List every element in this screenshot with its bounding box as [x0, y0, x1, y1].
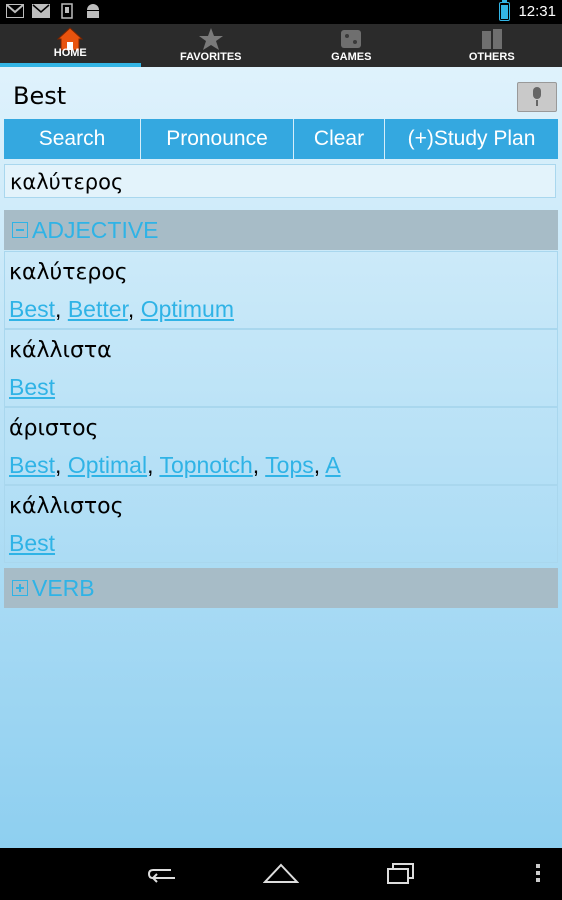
tab-label: HOME	[53, 47, 87, 59]
synonym-link[interactable]: Optimal	[68, 452, 147, 478]
synonym-link[interactable]: Better	[68, 296, 128, 322]
section-adjective[interactable]: ADJECTIVE	[4, 210, 558, 250]
entry-links: Best, Optimal, Topnotch, Tops, A	[9, 452, 341, 478]
tab-label: GAMES	[331, 51, 372, 63]
synonym-link[interactable]: Optimum	[141, 296, 234, 322]
section-label: ADJECTIVE	[32, 216, 159, 243]
section-label: VERB	[32, 574, 95, 601]
search-button[interactable]: Search	[4, 119, 141, 159]
synonym-link[interactable]: Best	[9, 452, 55, 478]
list-item: καλύτερος Best, Better, Optimum	[4, 251, 558, 329]
clear-button[interactable]: Clear	[294, 119, 385, 159]
mail-icon	[32, 4, 50, 18]
tab-home[interactable]: HOME	[0, 24, 141, 67]
synonym-link[interactable]: A	[325, 452, 340, 478]
tab-label: OTHERS	[468, 51, 515, 63]
notification-icons	[6, 3, 102, 19]
study-plan-button[interactable]: (+)Study Plan	[385, 119, 558, 159]
entry-word: κάλλιστα	[9, 338, 112, 363]
expand-icon	[12, 580, 28, 596]
synonym-link[interactable]: Best	[9, 530, 55, 556]
content-area: Search Pronounce Clear (+)Study Plan καλ…	[0, 67, 562, 848]
action-buttons: Search Pronounce Clear (+)Study Plan	[4, 119, 558, 159]
tab-others[interactable]: OTHERS	[422, 24, 562, 67]
list-item: άριστος Best, Optimal, Topnotch, Tops, A	[4, 407, 558, 485]
status-bar: 12:31	[0, 0, 562, 24]
tab-favorites[interactable]: FAVORITES	[141, 24, 282, 67]
synonym-link[interactable]: Best	[9, 296, 55, 322]
navigation-bar	[0, 848, 562, 900]
list-item: κάλλιστα Best	[4, 329, 558, 407]
synonym-link[interactable]: Best	[9, 374, 55, 400]
entry-links: Best	[9, 374, 55, 401]
entry-word: κάλλιστος	[9, 494, 124, 519]
tab-games[interactable]: GAMES	[281, 24, 422, 67]
others-icon	[481, 29, 502, 49]
list-item: κάλλιστος Best	[4, 485, 558, 563]
tab-bar: HOME FAVORITES GAMES OTHERS	[0, 24, 562, 67]
entry-links: Best	[9, 530, 55, 557]
gmail-icon	[6, 4, 24, 18]
overflow-menu-icon[interactable]	[536, 864, 540, 884]
voice-search-button[interactable]	[517, 82, 557, 112]
synonym-link[interactable]: Topnotch	[159, 452, 252, 478]
games-icon	[341, 30, 362, 48]
pronounce-button[interactable]: Pronounce	[141, 119, 294, 159]
star-icon	[198, 28, 223, 50]
search-input[interactable]	[7, 77, 519, 115]
clock: 12:31	[518, 3, 556, 20]
download-icon	[61, 3, 73, 19]
search-field-wrap	[7, 75, 519, 120]
section-verb[interactable]: VERB	[4, 568, 558, 608]
microphone-icon	[533, 87, 541, 99]
recent-apps-icon[interactable]	[385, 862, 417, 886]
main-translation: καλύτερος	[4, 164, 556, 198]
tab-label: FAVORITES	[179, 51, 242, 63]
collapse-icon	[12, 222, 28, 238]
entry-word: άριστος	[9, 416, 99, 441]
synonym-link[interactable]: Tops	[265, 452, 314, 478]
status-right: 12:31	[499, 0, 556, 21]
battery-icon	[499, 0, 511, 21]
back-icon[interactable]	[145, 862, 179, 886]
home-nav-icon[interactable]	[263, 862, 299, 886]
android-icon	[87, 4, 99, 18]
entry-word: καλύτερος	[9, 260, 128, 285]
entry-links: Best, Better, Optimum	[9, 296, 234, 322]
